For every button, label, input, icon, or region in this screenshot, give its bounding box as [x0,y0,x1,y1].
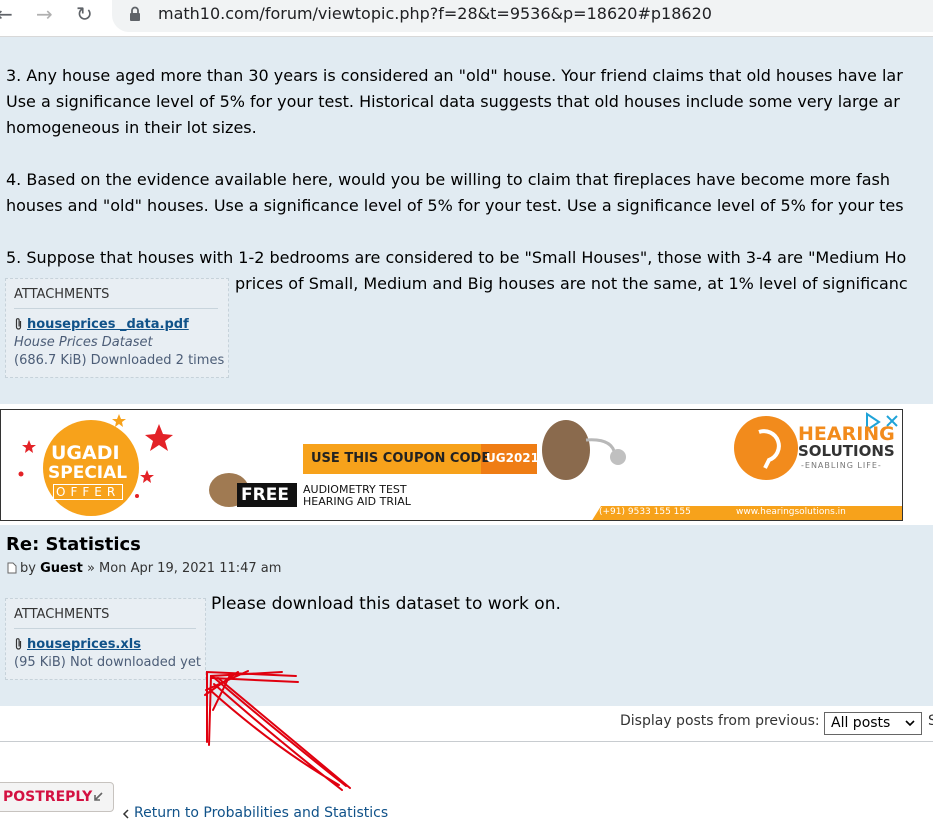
chevron-left-icon [122,809,129,819]
ad-free-label: FREE [241,485,289,505]
select-value: All posts [831,715,891,731]
divider [0,741,933,742]
post-line: prices of Small, Medium and Big houses a… [235,274,908,293]
post-line: 5. Suppose that houses with 1-2 bedrooms… [6,248,907,267]
paperclip-icon [15,638,22,650]
post-line: 4. Based on the evidence available here,… [6,170,890,189]
post-line: Use a significance level of 5% for your … [6,92,900,111]
attachment-box: ATTACHMENTS houseprices.xls (95 KiB) Not… [5,598,206,680]
post-icon[interactable] [7,562,17,574]
byline-label: by [20,561,36,576]
ad-coupon-code: UG2021 [486,451,539,465]
attachment-comment: House Prices Dataset [14,335,153,350]
post-line: houses and "old" houses. Use a significa… [6,196,904,215]
browser-toolbar: ← → ↻ math10.com/forum/viewtopic.php?f=2… [0,0,933,37]
ad-website: www.hearingsolutions.in [736,507,846,517]
ad-badge-text: OFFER [53,484,124,500]
attachment-meta: (95 KiB) Not downloaded yet [14,655,201,670]
display-posts-select[interactable]: All posts [824,712,922,735]
attachments-heading: ATTACHMENTS [14,287,110,302]
lock-icon[interactable] [128,6,142,22]
attachment-link[interactable]: houseprices _data.pdf [27,317,189,332]
post-byline: by Guest » Mon Apr 19, 2021 11:47 am [20,561,281,576]
post-date: » Mon Apr 19, 2021 11:47 am [86,561,282,576]
forward-icon[interactable]: → [36,3,53,25]
display-posts-label: Display posts from previous: [620,713,820,729]
divider [14,628,196,629]
post-text: Please download this dataset to work on. [211,594,561,614]
url-text[interactable]: math10.com/forum/viewtopic.php?f=28&t=95… [158,4,712,23]
chevron-down-icon [905,720,915,727]
paperclip-icon [15,318,22,330]
attachment-meta: (686.7 KiB) Downloaded 2 times [14,353,225,368]
post-line: 3. Any house aged more than 30 years is … [6,66,903,85]
return-link[interactable]: Return to Probabilities and Statistics [134,805,388,821]
reply-arrow-icon [94,792,103,801]
ad-badge-text: UGADI [51,442,120,464]
post-author[interactable]: Guest [40,561,83,576]
ad-coupon-text: USE THIS COUPON CODE [311,451,491,466]
post-reply-label: POSTREPLY [3,789,93,805]
ad-phone: (+91) 9533 155 155 [599,507,691,517]
attachments-heading: ATTACHMENTS [14,607,110,622]
post-title[interactable]: Re: Statistics [6,534,141,555]
attachment-link[interactable]: houseprices.xls [27,637,141,652]
sort-label-cut: S [928,713,933,729]
ad-free-text: HEARING AID TRIAL [303,495,411,508]
post-reply-button[interactable]: POSTREPLY [0,782,114,812]
back-icon[interactable]: ← [0,3,13,25]
divider [14,308,218,309]
ad-badge-text: SPECIAL [48,463,128,483]
reload-icon[interactable]: ↻ [76,3,93,25]
post-line: homogeneous in their lot sizes. [6,118,257,137]
ad-banner[interactable]: UGADI SPECIAL OFFER USE THIS COUPON CODE… [0,409,903,521]
attachment-box: ATTACHMENTS houseprices _data.pdf House … [5,278,229,378]
ad-brand: SOLUTIONS [798,442,895,460]
ad-tagline: -ENABLING LIFE- [801,461,882,470]
